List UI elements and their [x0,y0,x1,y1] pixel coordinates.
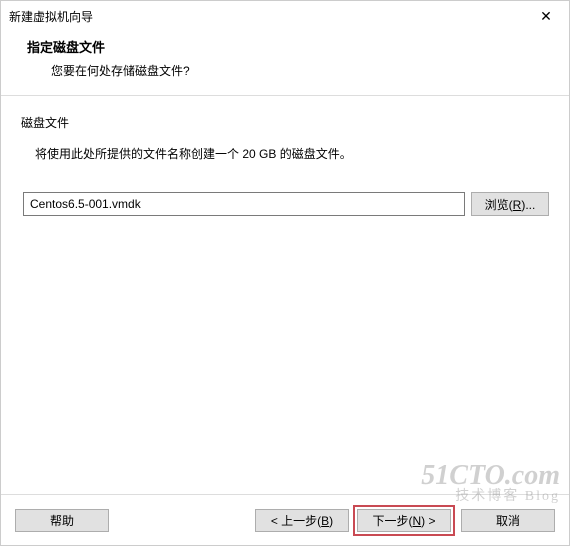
close-icon[interactable]: ✕ [531,1,561,31]
window-title: 新建虚拟机向导 [9,8,93,25]
disk-file-input[interactable] [23,192,465,216]
cancel-button[interactable]: 取消 [461,509,555,532]
next-highlight: 下一步(N) > [353,505,455,536]
section-label: 磁盘文件 [21,114,549,131]
footer: 帮助 < 上一步(B) 下一步(N) > 取消 [1,495,569,545]
help-button[interactable]: 帮助 [15,509,109,532]
browse-button[interactable]: 浏览(R)... [471,192,549,216]
header-title: 指定磁盘文件 [27,37,559,56]
description-text: 将使用此处所提供的文件名称创建一个 20 GB 的磁盘文件。 [21,145,549,162]
content-area: 磁盘文件 将使用此处所提供的文件名称创建一个 20 GB 的磁盘文件。 浏览(R… [1,96,569,494]
file-row: 浏览(R)... [21,192,549,216]
wizard-window: 新建虚拟机向导 ✕ 指定磁盘文件 您要在何处存储磁盘文件? 磁盘文件 将使用此处… [0,0,570,546]
header-subtitle: 您要在何处存储磁盘文件? [27,62,559,79]
next-button[interactable]: 下一步(N) > [357,509,451,532]
titlebar: 新建虚拟机向导 ✕ [1,1,569,31]
wizard-header: 指定磁盘文件 您要在何处存储磁盘文件? [1,31,569,96]
back-button[interactable]: < 上一步(B) [255,509,349,532]
